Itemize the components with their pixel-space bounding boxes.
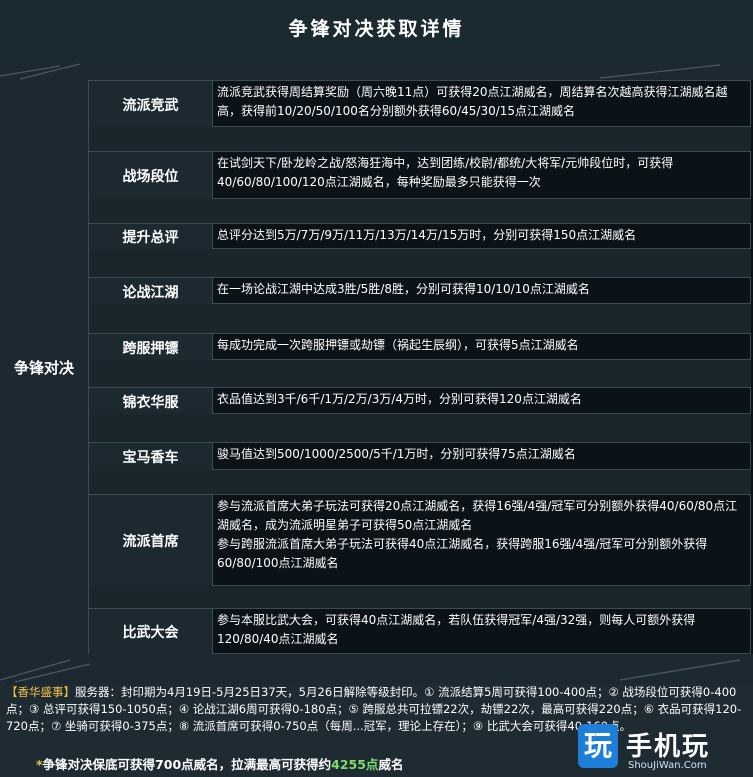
row-desc: 每成功完成一次跨服押镖或劫镖（祸起生辰纲），可获得5点江湖威名 [212, 333, 751, 360]
detail-table: 争锋对决 流派竞武 流派竞武获得周结算奖励（周六晚11点）可获得20点江湖威名，… [0, 80, 753, 656]
row-desc: 参与本服比武大会，可获得40点江湖威名，若队伍获得冠军/4强/32强，则每人可额… [212, 608, 751, 654]
row-name: 流派首席 [89, 494, 212, 588]
page-title: 争锋对决获取详情 [288, 18, 465, 40]
summary-prefix: 争锋对决保底可获得700点威名，拉满最高可获得约 [42, 757, 332, 772]
row-name: 论战江湖 [89, 277, 212, 306]
bamboo-decoration [0, 62, 753, 80]
row-name: 锦衣华服 [89, 387, 212, 416]
row-desc: 流派竞武获得周结算奖励（周六晚11点）可获得20点江湖威名，周结算名次越高获得江… [212, 80, 751, 127]
watermark-logo: 玩 手机玩 ShouJiWan.Com [578, 724, 750, 776]
row-desc: 在试剑天下/卧龙岭之战/怒海狂海中，达到团练/校尉/都统/大将军/元帅段位时，可… [212, 151, 751, 199]
row-spacer [89, 304, 751, 333]
row-name: 比武大会 [89, 608, 212, 656]
row-name: 流派竞武 [89, 80, 212, 129]
row-spacer [89, 414, 751, 442]
logo-url: ShouJiWan.Com [628, 760, 707, 771]
row-spacer [89, 586, 751, 608]
row-desc: 参与流派首席大弟子玩法可获得20点江湖威名，获得16强/4强/冠军可分别额外获得… [212, 494, 751, 586]
logo-text: 手机玩 [626, 732, 711, 762]
bamboo-decoration [0, 654, 753, 684]
title-bar: 争锋对决获取详情 [0, 0, 753, 63]
row-spacer [89, 470, 751, 494]
row-desc: 骏马值达到500/1000/2500/5千/1万时，分别可获得75点江湖威名 [212, 442, 751, 470]
logo-mark: 玩 [578, 724, 618, 768]
category-cell: 争锋对决 [0, 80, 89, 654]
row-desc: 衣品值达到3千/6千/1万/2万/3万/4万时，分别可获得120点江湖威名 [212, 387, 751, 414]
row-spacer [89, 360, 751, 387]
row-spacer [89, 199, 751, 223]
row-name: 宝马香车 [89, 442, 212, 472]
row-desc: 总评分达到5万/7万/9万/11万/13万/14万/15万时，分别可获得150点… [212, 223, 751, 249]
row-spacer [89, 249, 751, 277]
summary-line: *争锋对决保底可获得700点威名，拉满最高可获得约4255点威名 [36, 754, 403, 773]
row-desc: 在一场论战江湖中达成3胜/5胜/8胜，分别可获得10/10/10点江湖威名 [212, 277, 751, 304]
summary-number: 4255点 [331, 757, 379, 772]
summary-suffix: 威名 [378, 757, 404, 772]
notes-head: 【香华盛事】 [6, 685, 75, 699]
row-name: 提升总评 [89, 223, 212, 251]
row-spacer [89, 127, 751, 151]
row-name: 战场段位 [89, 151, 212, 201]
row-name: 跨服押镖 [89, 333, 212, 362]
